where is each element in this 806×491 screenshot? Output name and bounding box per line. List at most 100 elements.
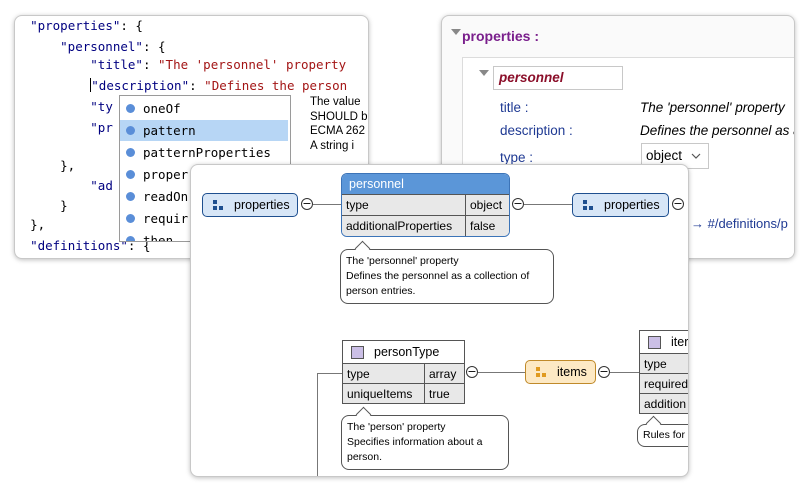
property-name-field[interactable]: personnel	[493, 66, 623, 90]
column-separator	[465, 195, 466, 215]
box-title: personnel	[349, 177, 404, 191]
annotation-line: Specifies information about a	[347, 436, 483, 448]
box-row: type array	[343, 363, 464, 384]
box-title: personType	[374, 345, 440, 359]
connector-line	[478, 372, 525, 373]
code-line: "properties": {	[30, 18, 143, 33]
property-icon	[126, 148, 135, 157]
chevron-down-icon	[691, 153, 701, 159]
row-key: uniqueItems	[347, 387, 413, 401]
personnel-definition-box[interactable]: personnel type object additionalProperti…	[341, 173, 510, 237]
item-annotation: Rules for	[637, 415, 688, 447]
autocomplete-documentation: The value SHOULD b ECMA 262 A string i	[310, 95, 368, 165]
box-title: iter	[671, 335, 689, 349]
autocomplete-item-selected[interactable]: pattern	[120, 120, 288, 141]
node-label: items	[557, 365, 587, 379]
annotation-line: person entries.	[346, 285, 416, 297]
row-value: true	[429, 387, 450, 401]
definition-reference-link[interactable]: → #/definitions/p	[691, 216, 788, 231]
connector-line	[524, 204, 572, 205]
code-line: }	[60, 198, 68, 213]
property-icon	[126, 192, 135, 201]
annotation-line: The 'person' property	[347, 421, 446, 433]
connector-line	[610, 372, 639, 373]
box-row: type object	[342, 194, 509, 215]
doc-line: The value	[310, 96, 361, 108]
box-row: addition	[640, 393, 688, 413]
code-line: },	[30, 217, 46, 232]
column-separator	[465, 216, 466, 236]
autocomplete-item[interactable]: patternProperties	[120, 142, 288, 163]
definition-icon	[648, 336, 661, 349]
code-line: },	[60, 158, 76, 173]
row-key: type	[347, 367, 370, 381]
code-line: "description": "Defines the person	[90, 78, 348, 93]
properties-node-left[interactable]: properties	[202, 193, 298, 217]
persontype-annotation: The 'person' property Specifies informat…	[341, 406, 509, 470]
property-icon	[126, 126, 135, 135]
item-box-header: iter	[640, 331, 689, 353]
code-line: "title": "The 'personnel' property	[90, 57, 347, 72]
persontype-box-header: personType	[343, 341, 464, 363]
autocomplete-item[interactable]: oneOf	[120, 98, 288, 119]
description-value[interactable]: Defines the personnel as a	[640, 123, 794, 138]
item-definition-box[interactable]: iter type required addition	[639, 330, 689, 414]
property-icon	[126, 104, 135, 113]
box-row: uniqueItems true	[343, 383, 464, 403]
annotation-line: Defines the personnel as a collection of	[346, 270, 530, 282]
row-key: addition	[644, 397, 687, 411]
persontype-definition-box[interactable]: personType type array uniqueItems true	[342, 340, 465, 404]
row-key: additionalProperties	[346, 219, 453, 233]
properties-icon	[583, 200, 595, 211]
doc-line: A string i	[310, 139, 355, 152]
collapse-button[interactable]: −	[512, 198, 524, 210]
code-line: "ad	[90, 178, 113, 193]
code-line: "personnel": {	[60, 39, 166, 54]
collapse-triangle-icon[interactable]	[479, 70, 489, 76]
code-line: "ty	[90, 99, 113, 114]
row-value: array	[429, 367, 457, 381]
annotation-line: Rules for	[643, 429, 686, 441]
row-value: false	[470, 219, 496, 233]
title-value[interactable]: The 'personnel' property	[640, 100, 785, 115]
doc-line: ECMA 262	[310, 125, 365, 137]
property-icon	[126, 170, 135, 179]
row-key: type	[644, 357, 667, 371]
doc-line: SHOULD b	[310, 110, 368, 123]
collapse-button[interactable]: −	[598, 366, 610, 378]
property-icon	[126, 236, 135, 241]
collapse-button[interactable]: −	[672, 198, 684, 210]
connector-line	[317, 373, 342, 374]
column-separator	[424, 384, 425, 403]
properties-node-right[interactable]: properties	[572, 193, 669, 217]
row-key: type	[346, 198, 369, 212]
type-select-value: object	[646, 148, 683, 163]
collapse-button[interactable]: −	[466, 366, 478, 378]
properties-icon	[213, 200, 225, 211]
properties-heading: properties :	[462, 28, 540, 44]
personnel-box-header: personnel	[342, 174, 509, 194]
personnel-annotation: The 'personnel' property Defines the per…	[340, 240, 554, 304]
annotation-line: The 'personnel' property	[346, 255, 459, 267]
row-value: object	[470, 198, 503, 212]
box-row: required	[640, 373, 689, 394]
connector-line	[313, 204, 341, 205]
items-icon	[536, 367, 548, 378]
collapse-button[interactable]: −	[301, 198, 313, 210]
type-label: type :	[500, 150, 534, 165]
items-node[interactable]: items	[525, 360, 596, 384]
schema-diagram-panel[interactable]: properties − personnel type object addit…	[190, 164, 689, 477]
row-key: required	[644, 377, 689, 391]
property-name: personnel	[499, 70, 564, 85]
code-line: "pr	[90, 120, 113, 135]
box-row: additionalProperties false	[342, 215, 509, 236]
description-label: description :	[500, 123, 573, 138]
annotation-line: person.	[347, 451, 383, 463]
title-label: title :	[500, 100, 529, 115]
collapse-triangle-icon[interactable]	[451, 29, 461, 35]
property-icon	[126, 214, 135, 223]
box-row: type	[640, 353, 688, 374]
column-separator	[424, 364, 425, 384]
definition-icon	[351, 346, 364, 359]
node-label: properties	[604, 198, 660, 212]
